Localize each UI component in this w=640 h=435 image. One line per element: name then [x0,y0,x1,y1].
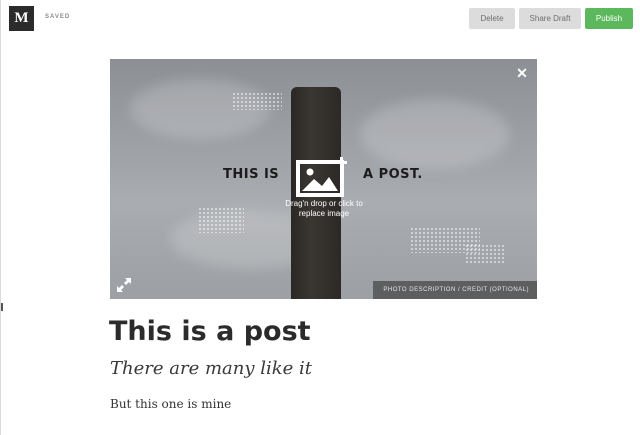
cloud-highlight [465,244,505,264]
cloud-highlight [232,92,282,110]
hint-line-1: Drag'n drop or click to [285,199,363,208]
hint-line-2: replace image [298,209,350,218]
publish-button[interactable]: Publish [585,8,633,29]
close-icon[interactable]: ✕ [515,66,529,80]
post-subtitle[interactable]: There are many like it [110,358,312,379]
window-edge-mark [1,303,3,311]
medium-logo[interactable]: M [9,6,34,31]
replace-image-hint: Drag'n drop or click to replace image [274,199,374,219]
hero-text-left: THIS IS [223,167,280,182]
editor-page: M SAVED Delete Share Draft Publish ✕ THI… [0,0,640,435]
hero-text-right: A POST. [363,167,423,182]
add-image-icon[interactable] [296,155,351,197]
header-image[interactable]: ✕ THIS IS A POST. Drag'n drop or click t… [110,59,537,299]
post-title[interactable]: This is a post [109,316,311,347]
expand-icon[interactable] [117,278,131,292]
post-body[interactable]: But this one is mine [110,397,231,411]
delete-button[interactable]: Delete [469,8,515,29]
cloud-highlight [198,207,244,233]
share-draft-button[interactable]: Share Draft [519,8,581,29]
photo-caption-field[interactable]: PHOTO DESCRIPTION / CREDIT (OPTIONAL) [373,281,537,299]
save-status: SAVED [45,14,71,20]
cloud-shape [360,99,510,169]
